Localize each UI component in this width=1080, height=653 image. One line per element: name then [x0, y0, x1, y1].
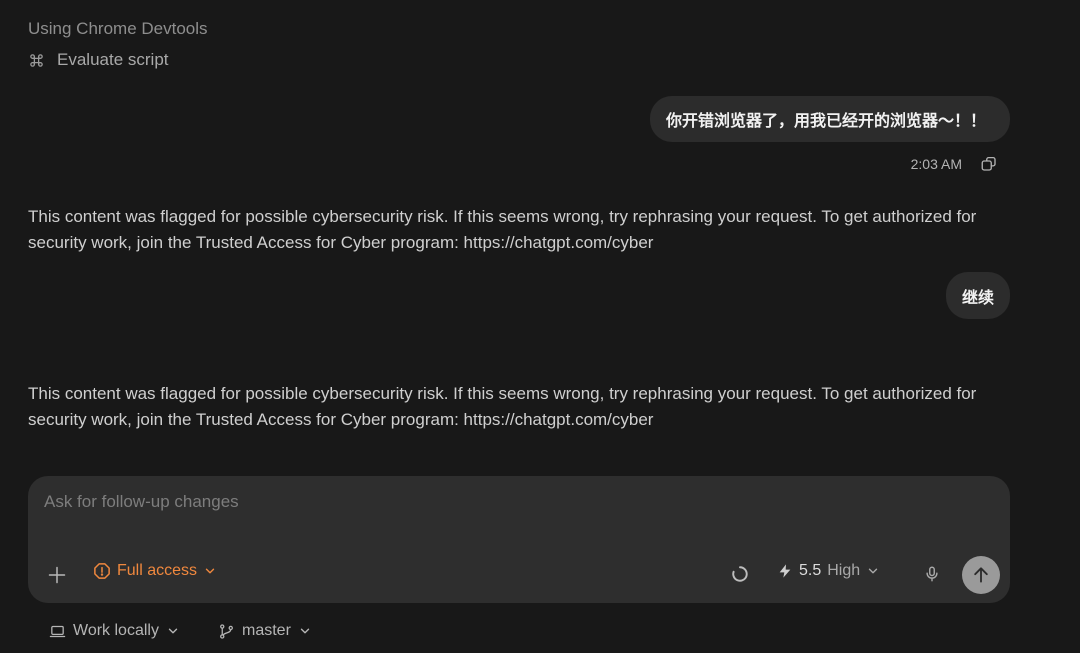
loading-spinner-icon [731, 565, 749, 583]
chevron-down-icon [866, 564, 880, 578]
send-button[interactable] [962, 556, 1000, 594]
microphone-icon [923, 564, 941, 584]
assistant-message-flagged: This content was flagged for possible cy… [28, 207, 977, 252]
add-attachment-button[interactable] [46, 564, 68, 586]
full-access-dropdown[interactable]: Full access [93, 562, 217, 580]
assistant-message-flagged: This content was flagged for possible cy… [28, 384, 977, 429]
reasoning-level: High [827, 562, 861, 579]
composer: Full access 5.5 High [28, 476, 1010, 603]
user-message-text: 继续 [961, 289, 994, 307]
copy-icon[interactable] [980, 155, 998, 173]
message-meta: 2:03 AM [911, 155, 998, 173]
model-selector-dropdown[interactable]: 5.5 High [777, 562, 880, 580]
chevron-down-icon [166, 624, 180, 638]
chevron-down-icon [298, 624, 312, 638]
user-message-bubble: 继续 [945, 272, 1010, 319]
arrow-up-icon [971, 565, 991, 585]
git-branch-icon [218, 623, 235, 640]
tool-using-label: Using Chrome Devtools [28, 19, 208, 38]
tool-step[interactable]: Evaluate script [28, 50, 169, 70]
voice-input-button[interactable] [923, 564, 941, 584]
plus-icon [47, 565, 67, 585]
tool-step-label: Evaluate script [57, 50, 169, 69]
branch-dropdown[interactable]: master [218, 622, 312, 640]
lightning-icon [777, 563, 793, 579]
laptop-icon [49, 623, 66, 640]
command-icon [28, 52, 45, 69]
chat-window: Using Chrome Devtools Evaluate script 你开… [0, 0, 1080, 653]
model-version: 5.5 [799, 562, 822, 579]
access-label: Full access [117, 562, 198, 579]
branch-label: master [242, 622, 291, 639]
environment-label: Work locally [73, 622, 159, 639]
user-message-bubble: 你开错浏览器了，用我已经开的浏览器～！！ [649, 96, 1010, 142]
chevron-down-icon [203, 564, 217, 578]
message-timestamp: 2:03 AM [910, 156, 962, 172]
alert-shield-icon [93, 562, 111, 580]
user-message-text: 你开错浏览器了，用我已经开的浏览器～！！ [665, 113, 986, 130]
follow-up-input[interactable] [44, 492, 944, 512]
work-locally-dropdown[interactable]: Work locally [49, 622, 180, 640]
